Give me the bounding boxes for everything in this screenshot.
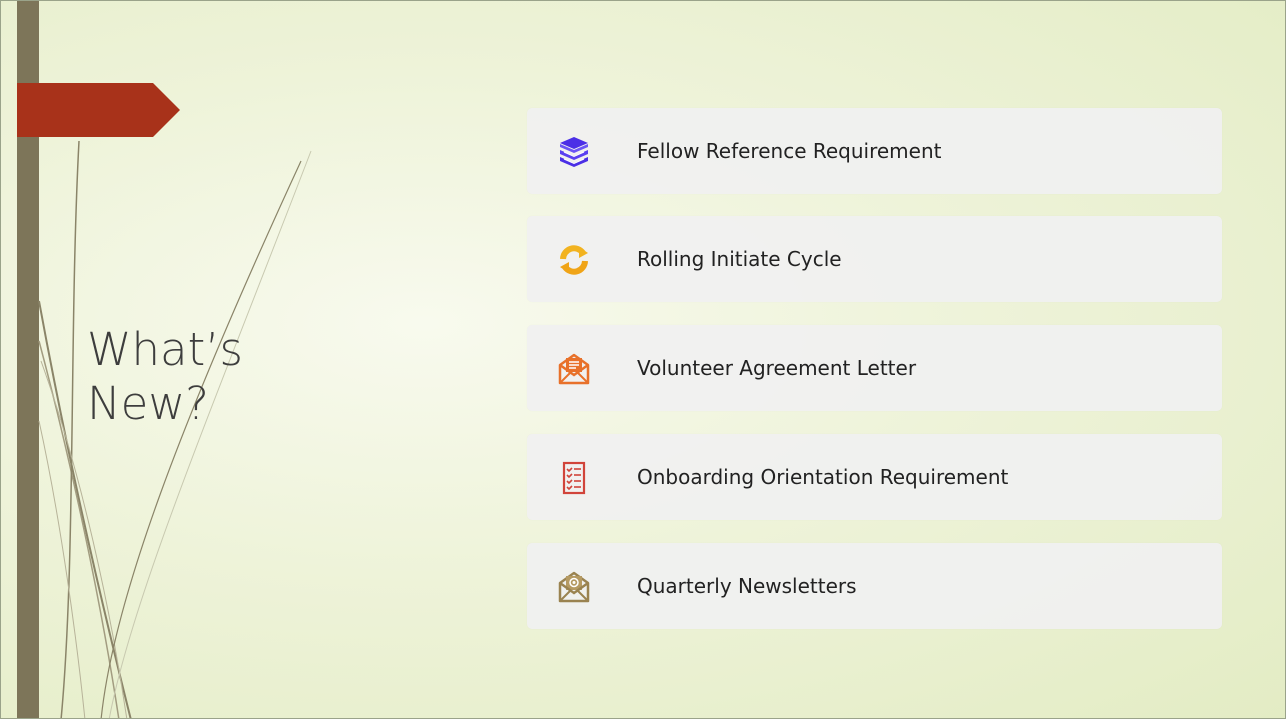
list-item-label: Rolling Initiate Cycle <box>637 247 842 271</box>
list-item-label: Onboarding Orientation Requirement <box>637 465 1009 489</box>
slide: What’s New? Fellow Reference Requirement <box>0 0 1286 719</box>
checklist-icon <box>557 461 591 495</box>
refresh-cycle-icon <box>557 243 591 277</box>
open-envelope-letter-icon <box>557 352 591 386</box>
email-newsletter-icon <box>557 570 591 604</box>
stacked-books-icon <box>557 135 591 169</box>
list-item-rolling-cycle: Rolling Initiate Cycle <box>527 216 1222 302</box>
slide-title: What’s New? <box>87 323 347 431</box>
list-item-onboarding: Onboarding Orientation Requirement <box>527 434 1222 520</box>
list-item-volunteer-letter: Volunteer Agreement Letter <box>527 325 1222 411</box>
title-line-1: What’s <box>87 323 243 376</box>
title-line-2: New? <box>87 377 210 430</box>
list-item-label: Fellow Reference Requirement <box>637 139 942 163</box>
list-item-label: Volunteer Agreement Letter <box>637 356 917 380</box>
list-item-fellow-reference: Fellow Reference Requirement <box>527 108 1222 194</box>
list-item-newsletters: Quarterly Newsletters <box>527 543 1222 629</box>
list-item-label: Quarterly Newsletters <box>637 574 857 598</box>
title-arrow-tab <box>17 83 180 137</box>
